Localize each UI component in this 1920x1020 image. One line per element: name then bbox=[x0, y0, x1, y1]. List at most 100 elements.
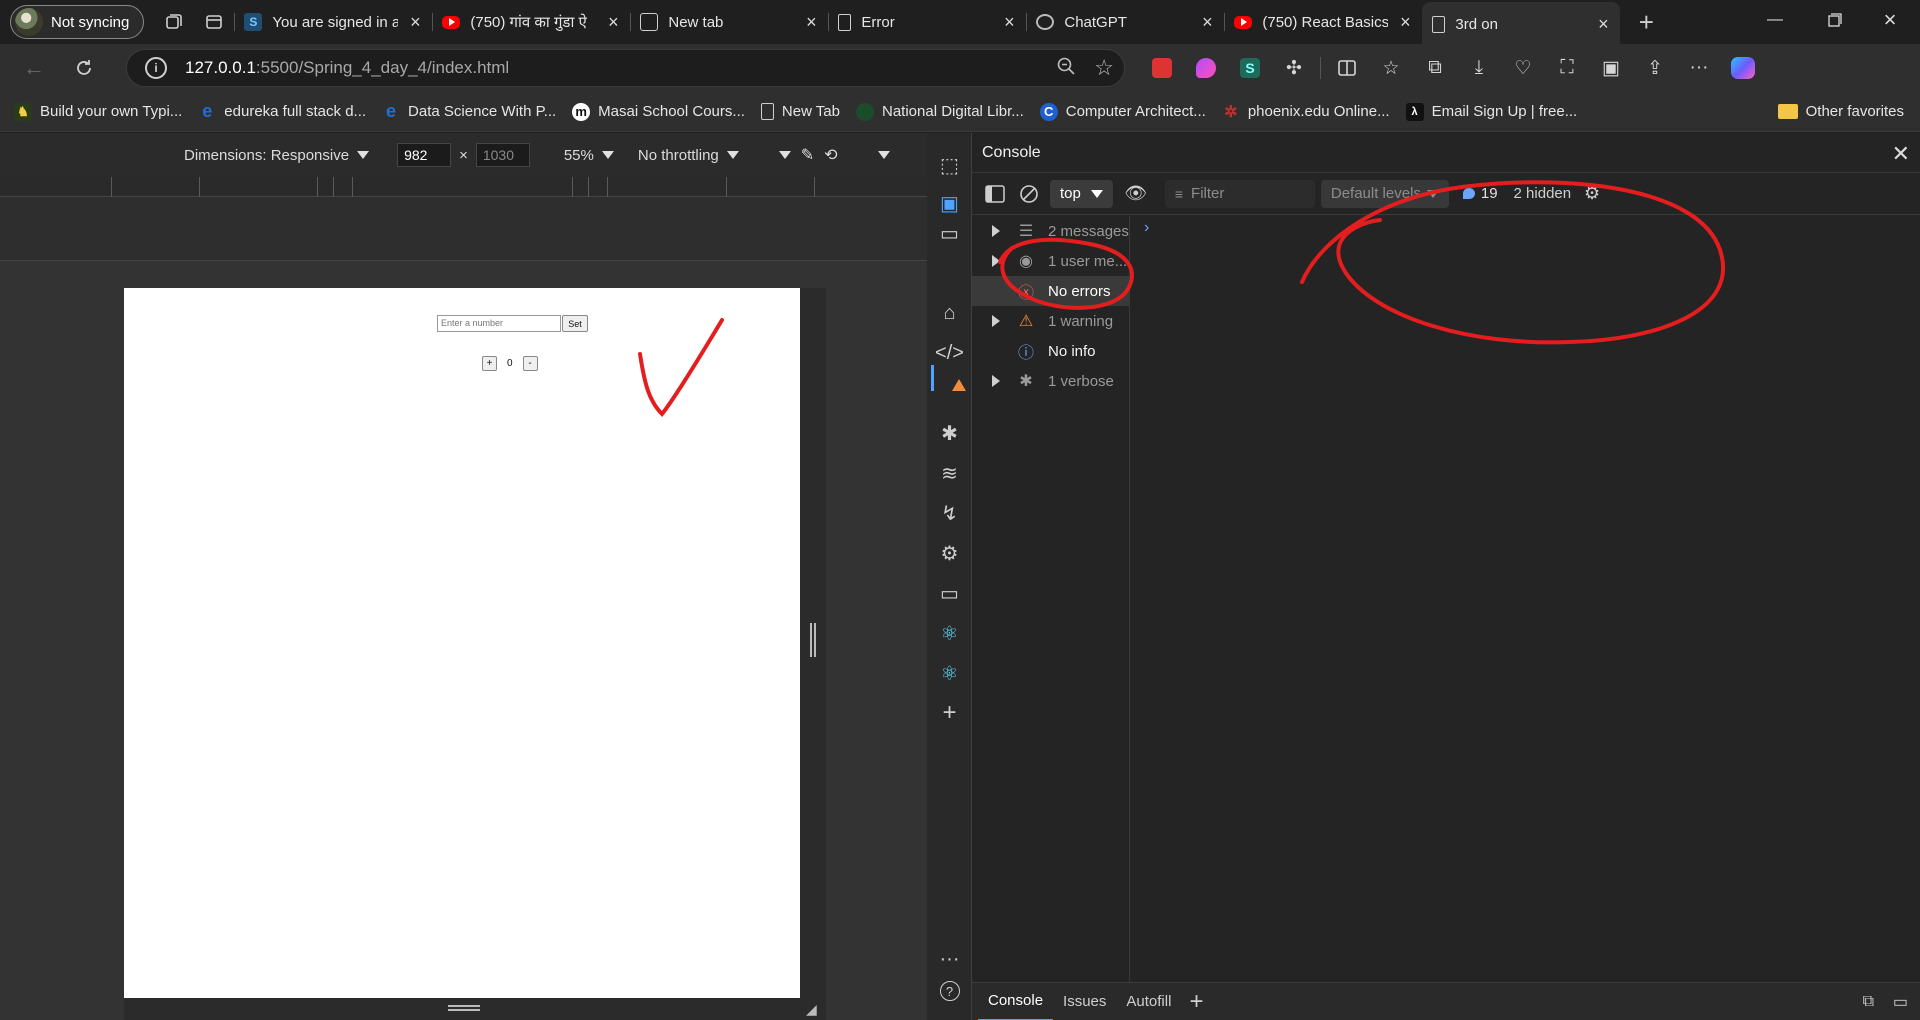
resize-grip-icon[interactable] bbox=[810, 623, 816, 657]
share-icon[interactable]: ⇪ bbox=[1633, 48, 1677, 88]
tab-signed-in[interactable]: S You are signed in a × bbox=[234, 2, 432, 42]
favorite-item[interactable]: λ Email Sign Up | free... bbox=[1398, 97, 1586, 127]
more-options-caret-icon[interactable] bbox=[877, 151, 890, 159]
react-components-icon[interactable]: ⚛ bbox=[927, 615, 972, 651]
resize-grip-icon[interactable] bbox=[448, 1005, 480, 1011]
expand-arrow-icon[interactable] bbox=[992, 375, 1000, 387]
extension-red-icon[interactable] bbox=[1140, 48, 1184, 88]
sidebar-toggle-icon[interactable] bbox=[978, 177, 1012, 211]
close-drawer-icon[interactable]: ▭ bbox=[1893, 992, 1908, 1012]
profile-button[interactable]: Not syncing bbox=[10, 5, 145, 39]
live-expression-eye-icon[interactable]: 👁 bbox=[1119, 177, 1153, 211]
sidebar-item-warnings[interactable]: ⚠ 1 warning bbox=[972, 306, 1129, 336]
help-icon[interactable]: ? bbox=[927, 973, 972, 1009]
favorite-item[interactable]: e Data Science With P... bbox=[374, 97, 564, 127]
workspaces-icon[interactable] bbox=[154, 2, 194, 42]
height-input[interactable]: 1030 bbox=[475, 143, 530, 167]
drawer-tab-issues[interactable]: Issues bbox=[1053, 983, 1116, 1020]
close-icon[interactable]: × bbox=[606, 12, 620, 33]
dock-drawer-icon[interactable]: ⧉ bbox=[1863, 993, 1874, 1011]
tab-chatgpt[interactable]: ChatGPT × bbox=[1026, 2, 1224, 42]
other-favorites[interactable]: Other favorites bbox=[1777, 103, 1904, 120]
extension-purple-icon[interactable] bbox=[1184, 48, 1228, 88]
screenshot-icon[interactable]: ⛶ bbox=[1545, 48, 1589, 88]
extensions-puzzle-icon[interactable]: ✣ bbox=[1272, 48, 1316, 88]
split-screen-icon[interactable] bbox=[1325, 48, 1369, 88]
decrement-button[interactable]: - bbox=[522, 356, 538, 371]
memory-chip-icon[interactable]: ⚙ bbox=[927, 535, 972, 571]
drawer-tab-console[interactable]: Console bbox=[978, 983, 1054, 1020]
levels-dropdown[interactable]: Default levels bbox=[1320, 179, 1449, 208]
tab-active[interactable]: 3rd on × bbox=[1422, 2, 1621, 46]
save-data-caret-icon[interactable] bbox=[778, 151, 791, 159]
add-tool-plus-icon[interactable]: + bbox=[927, 695, 972, 731]
favorite-item[interactable]: ♞ Build your own Typi... bbox=[6, 97, 190, 127]
filter-input[interactable]: ≡ Filter bbox=[1164, 179, 1315, 208]
restore-icon[interactable] bbox=[1805, 0, 1865, 40]
refresh-icon[interactable] bbox=[64, 50, 104, 86]
address-bar[interactable]: i 127.0.0.1:5500/Spring_4_day_4/index.ht… bbox=[126, 49, 1125, 87]
performance-icon[interactable]: ↯ bbox=[927, 495, 972, 531]
favorites-icon[interactable]: ☆ bbox=[1369, 48, 1413, 88]
application-icon[interactable]: ▭ bbox=[927, 575, 972, 611]
zoom-dropdown[interactable]: 55% bbox=[564, 147, 614, 164]
minimize-icon[interactable]: — bbox=[1745, 0, 1805, 40]
site-info-icon[interactable]: i bbox=[145, 57, 167, 79]
tab-new-tab[interactable]: New tab × bbox=[630, 2, 828, 42]
close-icon[interactable]: × bbox=[408, 12, 422, 33]
more-tools-icon[interactable]: ··· bbox=[927, 941, 972, 977]
favorite-item[interactable]: ✲ phoenix.edu Online... bbox=[1214, 97, 1398, 127]
media-query-bar[interactable] bbox=[0, 177, 927, 197]
more-menu-icon[interactable]: ··· bbox=[1677, 48, 1721, 88]
width-input[interactable]: 982 bbox=[397, 143, 452, 167]
favorite-item[interactable]: New Tab bbox=[753, 97, 848, 127]
sidebar-item-messages[interactable]: ☰ 2 messages bbox=[972, 216, 1129, 246]
console-settings-gear-icon[interactable]: ⚙ bbox=[1575, 177, 1609, 211]
favorite-item[interactable]: e edureka full stack d... bbox=[190, 97, 374, 127]
corner-resize-icon[interactable]: ◢ bbox=[806, 1001, 817, 1018]
sidebar-item-verbose[interactable]: ✱ 1 verbose bbox=[972, 366, 1129, 396]
close-icon[interactable]: × bbox=[1596, 14, 1610, 35]
set-button[interactable]: Set bbox=[562, 315, 588, 332]
new-tab-plus-icon[interactable]: + bbox=[1626, 2, 1666, 42]
network-wifi-icon[interactable]: ≋ bbox=[927, 455, 972, 491]
message-count[interactable]: 19 bbox=[1462, 185, 1498, 202]
vertical-tabs-icon[interactable] bbox=[194, 2, 234, 42]
favorite-item[interactable]: National Digital Libr... bbox=[848, 97, 1032, 127]
url-text[interactable]: 127.0.0.1:5500/Spring_4_day_4/index.html bbox=[185, 58, 509, 78]
back-arrow-icon[interactable]: ← bbox=[14, 50, 54, 86]
favorite-item[interactable]: C Computer Architect... bbox=[1032, 97, 1214, 127]
home-icon[interactable]: ⌂ bbox=[927, 295, 972, 331]
close-panel-icon[interactable]: ✕ bbox=[1892, 141, 1910, 167]
close-icon[interactable]: × bbox=[804, 12, 818, 33]
drawer-tab-autofill[interactable]: Autofill bbox=[1116, 983, 1181, 1020]
pen-icon[interactable]: ✎ bbox=[801, 145, 814, 165]
inspect-element-icon[interactable]: ⬚ bbox=[927, 147, 972, 183]
favorite-item[interactable]: m Masai School Cours... bbox=[564, 97, 753, 127]
close-icon[interactable]: × bbox=[1200, 12, 1214, 33]
sidebar-item-errors[interactable]: ⓧ No errors bbox=[972, 276, 1129, 306]
browser-icon[interactable]: ▭ bbox=[927, 215, 972, 251]
browser-essentials-icon[interactable]: ♡ bbox=[1501, 48, 1545, 88]
sidebar-item-user-messages[interactable]: ◉ 1 user me... bbox=[972, 246, 1129, 276]
zoom-out-icon[interactable] bbox=[1056, 56, 1076, 81]
clear-console-icon[interactable] bbox=[1012, 177, 1046, 211]
number-input[interactable]: Enter a number bbox=[437, 315, 561, 332]
close-icon[interactable]: × bbox=[1002, 12, 1016, 33]
expand-arrow-icon[interactable] bbox=[992, 315, 1000, 327]
close-icon[interactable]: × bbox=[1398, 12, 1412, 33]
extension-s-icon[interactable]: S bbox=[1228, 48, 1272, 88]
downloads-icon[interactable]: ⤓ bbox=[1457, 48, 1501, 88]
rotate-icon[interactable]: ⟲ bbox=[824, 145, 837, 165]
react-profiler-icon[interactable]: ⚛ bbox=[927, 655, 972, 691]
increment-button[interactable]: + bbox=[482, 356, 497, 371]
tab-youtube-1[interactable]: (750) गांव का गुंडा ऐ × bbox=[432, 2, 630, 42]
dimensions-dropdown[interactable]: Dimensions: Responsive bbox=[184, 147, 370, 164]
window-close-icon[interactable]: × bbox=[1860, 0, 1920, 40]
expand-arrow-icon[interactable] bbox=[992, 255, 1000, 267]
tab-error[interactable]: Error × bbox=[828, 2, 1026, 42]
copilot-icon[interactable] bbox=[1721, 48, 1765, 88]
console-prompt-chevron-icon[interactable]: › bbox=[1144, 219, 1149, 237]
tab-youtube-2[interactable]: (750) React Basics × bbox=[1224, 2, 1422, 42]
favorite-star-icon[interactable]: ☆ bbox=[1094, 55, 1114, 81]
